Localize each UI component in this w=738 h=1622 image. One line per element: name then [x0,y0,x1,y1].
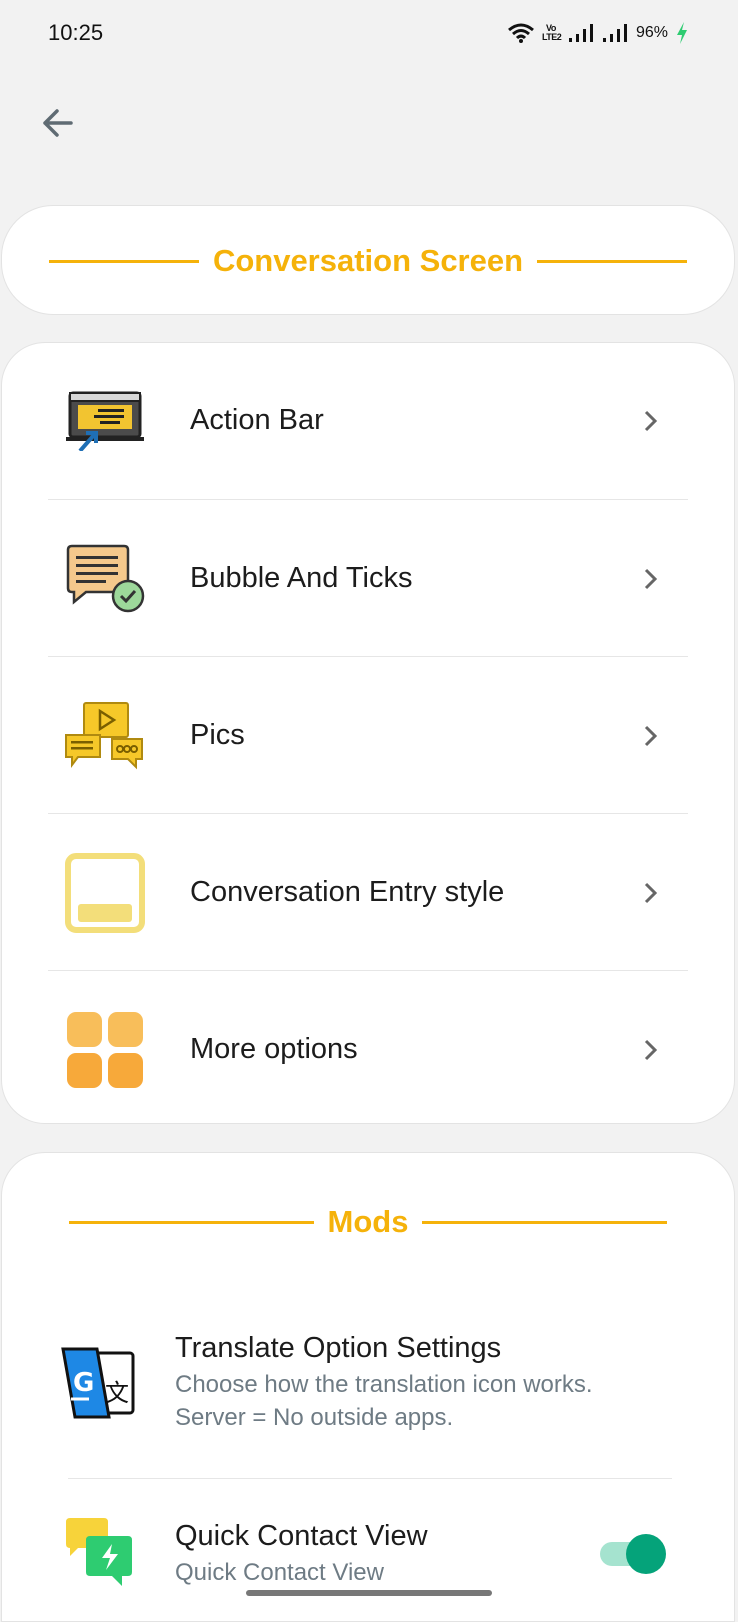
volte-icon: Vo LTE2 [541,23,562,42]
mods-section-header: Mods [2,1197,734,1247]
chevron-right-icon [644,1039,658,1060]
title-line-right [422,1220,668,1224]
header-card: Conversation Screen [1,205,735,315]
menu-item-label: Pics [190,719,245,751]
title-line-left [68,1220,314,1224]
chevron-right-icon [644,882,658,903]
toggle-knob [626,1534,666,1574]
back-button[interactable] [34,100,80,146]
charging-icon [677,22,687,44]
section-header: Conversation Screen [2,236,734,286]
battery-level: 96% [635,24,668,41]
divider [68,1478,672,1479]
mod-title: Quick Contact View [175,1520,428,1552]
menu-item-label: More options [190,1033,358,1065]
status-time: 10:25 [48,20,104,45]
title-line-right [537,259,688,263]
chevron-right-icon [644,568,658,589]
bubble-ticks-icon [62,536,148,622]
title-line-left [48,259,199,263]
translate-icon: G 文 [56,1340,142,1426]
mod-item-quick-contact[interactable]: Quick Contact View Quick Contact View [48,1518,688,1589]
menu-item-label: Bubble And Ticks [190,562,413,594]
mods-title: Mods [327,1204,409,1239]
entry-style-icon [62,850,148,936]
arrow-left-icon [43,109,73,137]
chevron-right-icon [644,410,658,431]
home-indicator[interactable] [246,1590,492,1596]
status-bar: 10:25 Vo LTE2 96% [0,0,738,66]
menu-item-bubble-ticks[interactable]: Bubble And Ticks [48,500,688,657]
pics-icon [62,693,148,779]
mod-text: Translate Option Settings Choose how the… [175,1330,605,1434]
action-bar-icon [62,378,148,464]
mod-text: Quick Contact View Quick Contact View [175,1518,428,1589]
signal-icon [602,24,627,42]
menu-item-entry-style[interactable]: Conversation Entry style [48,814,688,971]
menu-item-pics[interactable]: Pics [48,657,688,814]
menu-item-more-options[interactable]: More options [48,971,688,1128]
quick-contact-toggle[interactable] [600,1534,666,1574]
page-title: Conversation Screen [212,243,524,278]
mod-subtitle: Choose how the translation icon works. S… [175,1371,593,1431]
mod-subtitle: Quick Contact View [175,1559,384,1586]
mod-item-translate[interactable]: G 文 Translate Option Settings Choose how… [48,1330,688,1434]
quick-contact-icon [56,1516,142,1588]
status-icons: Vo LTE2 96% [508,22,688,44]
svg-text:G: G [73,1368,94,1398]
menu-item-label: Conversation Entry style [190,876,505,908]
chevron-right-icon [644,725,658,746]
svg-text:文: 文 [105,1379,129,1407]
menu-item-action-bar[interactable]: Action Bar [48,342,688,499]
menu-item-label: Action Bar [190,404,324,436]
signal-icon [568,24,593,42]
grid-icon [62,1007,148,1093]
wifi-icon [508,23,534,43]
mod-title: Translate Option Settings [175,1332,502,1364]
